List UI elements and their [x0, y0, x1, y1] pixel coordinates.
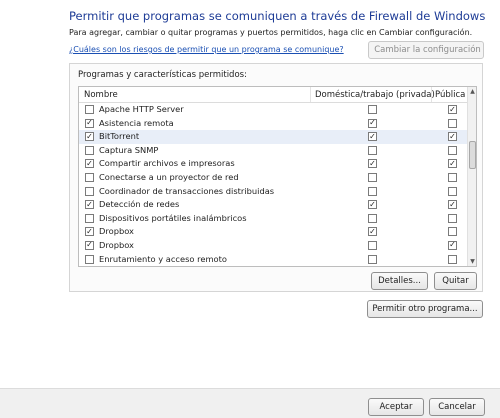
table-row[interactable]: Enrutamiento y acceso remoto [79, 253, 468, 266]
domestic-network-checkbox[interactable]: ✓ [368, 227, 377, 237]
domestic-network-checkbox[interactable] [368, 145, 377, 155]
table-row[interactable]: ✓ Asistencia remota ✓ [79, 117, 468, 131]
table-row[interactable]: ✓ Dropbox ✓ [79, 225, 468, 239]
domestic-network-checkbox[interactable]: ✓ [368, 118, 377, 128]
scroll-down-arrow-icon[interactable]: ▼ [468, 257, 476, 266]
group-label: Programas y características permitidos: [78, 70, 247, 80]
scroll-thumb[interactable] [469, 141, 476, 169]
program-enabled-checkbox[interactable] [85, 172, 94, 182]
program-name: Asistencia remota [99, 117, 174, 128]
public-network-checkbox[interactable]: ✓ [448, 105, 457, 114]
program-name: Coordinador de transacciones distribuida… [99, 185, 275, 196]
program-name: Compartir archivos e impresoras [99, 158, 235, 169]
public-network-checkbox[interactable] [448, 186, 457, 196]
program-name: BitTorrent [99, 131, 140, 142]
program-name: Captura SNMP [99, 144, 159, 155]
program-enabled-checkbox[interactable]: ✓ [85, 159, 94, 169]
table-row[interactable]: Dispositivos portátiles inalámbricos [79, 212, 468, 226]
program-name: Apache HTTP Server [99, 104, 184, 114]
program-name: Conectarse a un proyector de red [99, 171, 239, 182]
public-network-checkbox[interactable] [448, 227, 457, 237]
column-header-domestic[interactable]: Doméstica/trabajo (privada) [315, 90, 435, 100]
cancel-button[interactable]: Cancelar [429, 398, 485, 416]
program-enabled-checkbox[interactable] [85, 145, 94, 155]
table-row[interactable]: ✓ Detección de redes ✓ ✓ [79, 198, 468, 212]
public-network-checkbox[interactable] [448, 118, 457, 128]
program-enabled-checkbox[interactable]: ✓ [85, 118, 94, 128]
table-row[interactable]: ✓ Compartir archivos e impresoras ✓ ✓ [79, 157, 468, 171]
programs-list[interactable]: Nombre Doméstica/trabajo (privada) Públi… [78, 86, 477, 267]
list-scrollbar[interactable]: ▲ ▼ [467, 87, 476, 266]
public-network-checkbox[interactable] [448, 254, 457, 264]
program-enabled-checkbox[interactable]: ✓ [85, 200, 94, 210]
table-row[interactable]: ✓ BitTorrent ✓ ✓ [79, 130, 468, 144]
list-rows: Apache HTTP Server ✓ ✓ Asistencia remota ✓ ✓ B… [79, 103, 468, 266]
table-row[interactable]: ✓ Dropbox ✓ [79, 239, 468, 253]
public-network-checkbox[interactable]: ✓ [448, 240, 457, 250]
program-enabled-checkbox[interactable]: ✓ [85, 240, 94, 250]
table-row[interactable]: Conectarse a un proyector de red [79, 171, 468, 185]
table-row[interactable]: Coordinador de transacciones distribuida… [79, 185, 468, 199]
domestic-network-checkbox[interactable] [368, 240, 377, 250]
program-name: Dispositivos portátiles inalámbricos [99, 212, 247, 223]
column-header-public[interactable]: Pública [435, 90, 465, 100]
domestic-network-checkbox[interactable]: ✓ [368, 200, 377, 210]
public-network-checkbox[interactable]: ✓ [448, 200, 457, 210]
list-header: Nombre Doméstica/trabajo (privada) Públi… [79, 87, 468, 103]
change-settings-label: Cambiar la configuración [374, 45, 481, 55]
domestic-network-checkbox[interactable] [368, 105, 377, 114]
public-network-checkbox[interactable]: ✓ [448, 132, 457, 142]
program-name: Dropbox [99, 239, 134, 250]
table-row[interactable]: Apache HTTP Server ✓ [79, 103, 468, 117]
remove-button[interactable]: Quitar [434, 272, 477, 290]
program-enabled-checkbox[interactable]: ✓ [85, 227, 94, 237]
risk-link[interactable]: ¿Cuáles son los riesgos de permitir que … [69, 45, 344, 54]
scroll-up-arrow-icon[interactable]: ▲ [468, 87, 476, 96]
column-header-name[interactable]: Nombre [84, 90, 118, 100]
public-network-checkbox[interactable]: ✓ [448, 159, 457, 169]
page-title: Permitir que programas se comuniquen a t… [69, 9, 486, 23]
public-network-checkbox[interactable] [448, 145, 457, 155]
program-name: Dropbox [99, 226, 134, 237]
domestic-network-checkbox[interactable] [368, 213, 377, 223]
dialog-footer [0, 388, 500, 418]
domestic-network-checkbox[interactable] [368, 186, 377, 196]
allowed-programs-group: Programas y características permitidos: … [69, 63, 483, 292]
column-separator [310, 87, 311, 102]
details-button[interactable]: Detalles... [371, 272, 428, 290]
domestic-network-checkbox[interactable]: ✓ [368, 132, 377, 142]
column-separator [431, 87, 432, 102]
program-enabled-checkbox[interactable] [85, 186, 94, 196]
program-enabled-checkbox[interactable] [85, 254, 94, 264]
program-enabled-checkbox[interactable]: ✓ [85, 132, 94, 142]
program-name: Detección de redes [99, 199, 180, 210]
public-network-checkbox[interactable] [448, 213, 457, 223]
domestic-network-checkbox[interactable] [368, 172, 377, 182]
program-name: Enrutamiento y acceso remoto [99, 253, 227, 264]
domestic-network-checkbox[interactable]: ✓ [368, 159, 377, 169]
table-row[interactable]: Captura SNMP [79, 144, 468, 158]
public-network-checkbox[interactable] [448, 172, 457, 182]
domestic-network-checkbox[interactable] [368, 254, 377, 264]
page-subtitle: Para agregar, cambiar o quitar programas… [69, 28, 473, 37]
accept-button[interactable]: Aceptar [368, 398, 424, 416]
program-enabled-checkbox[interactable] [85, 213, 94, 223]
program-enabled-checkbox[interactable] [85, 105, 94, 114]
change-settings-button[interactable]: Cambiar la configuración [368, 41, 484, 59]
allow-other-program-button[interactable]: Permitir otro programa... [367, 300, 483, 318]
